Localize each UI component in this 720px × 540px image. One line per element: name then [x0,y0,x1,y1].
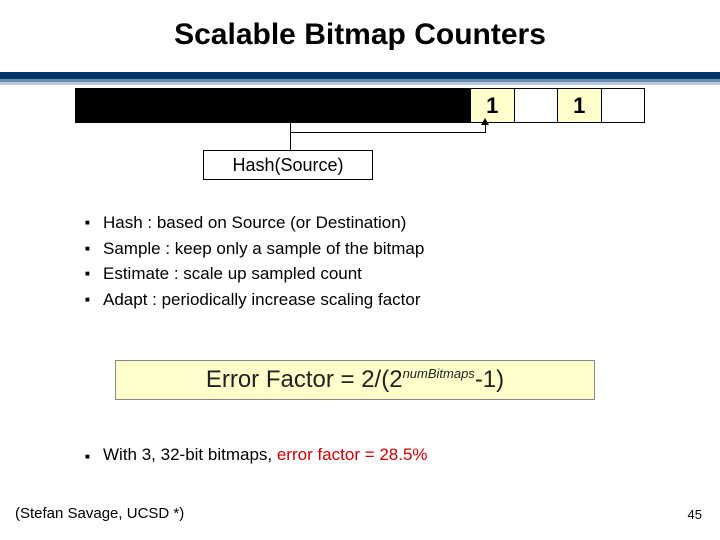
error-formula-box: Error Factor = 2/(2numBitmaps-1) [115,360,595,400]
bitmap-sampled-region [76,89,471,122]
divider-rule [0,72,720,85]
slide: Scalable Bitmap Counters 1 1 Hash(Source… [0,0,720,540]
bullet-list: Hash : based on Source (or Destination) … [85,210,424,312]
bitmap-row: 1 1 [75,88,645,123]
hash-label-box: Hash(Source) [203,150,373,180]
bitmap-cell [515,89,559,122]
bitmap-cell-set: 1 [558,89,602,122]
bullet-item: Adapt : periodically increase scaling fa… [85,287,424,313]
bullet-item: Hash : based on Source (or Destination) [85,210,424,236]
bullet-item: Estimate : scale up sampled count [85,261,424,287]
bitmap-cell [602,89,645,122]
slide-title: Scalable Bitmap Counters [0,18,720,52]
error-value: error factor = 28.5% [277,445,428,464]
attribution: (Stefan Savage, UCSD *) [15,505,184,522]
conclusion-item: With 3, 32-bit bitmaps, error factor = 2… [85,445,428,465]
page-number: 45 [688,507,702,522]
bullet-item: Sample : keep only a sample of the bitma… [85,236,424,262]
bitmap-cell-set: 1 [471,89,515,122]
conclusion-list: With 3, 32-bit bitmaps, error factor = 2… [85,445,428,465]
formula-text: Error Factor = 2/(2numBitmaps-1) [206,366,504,394]
